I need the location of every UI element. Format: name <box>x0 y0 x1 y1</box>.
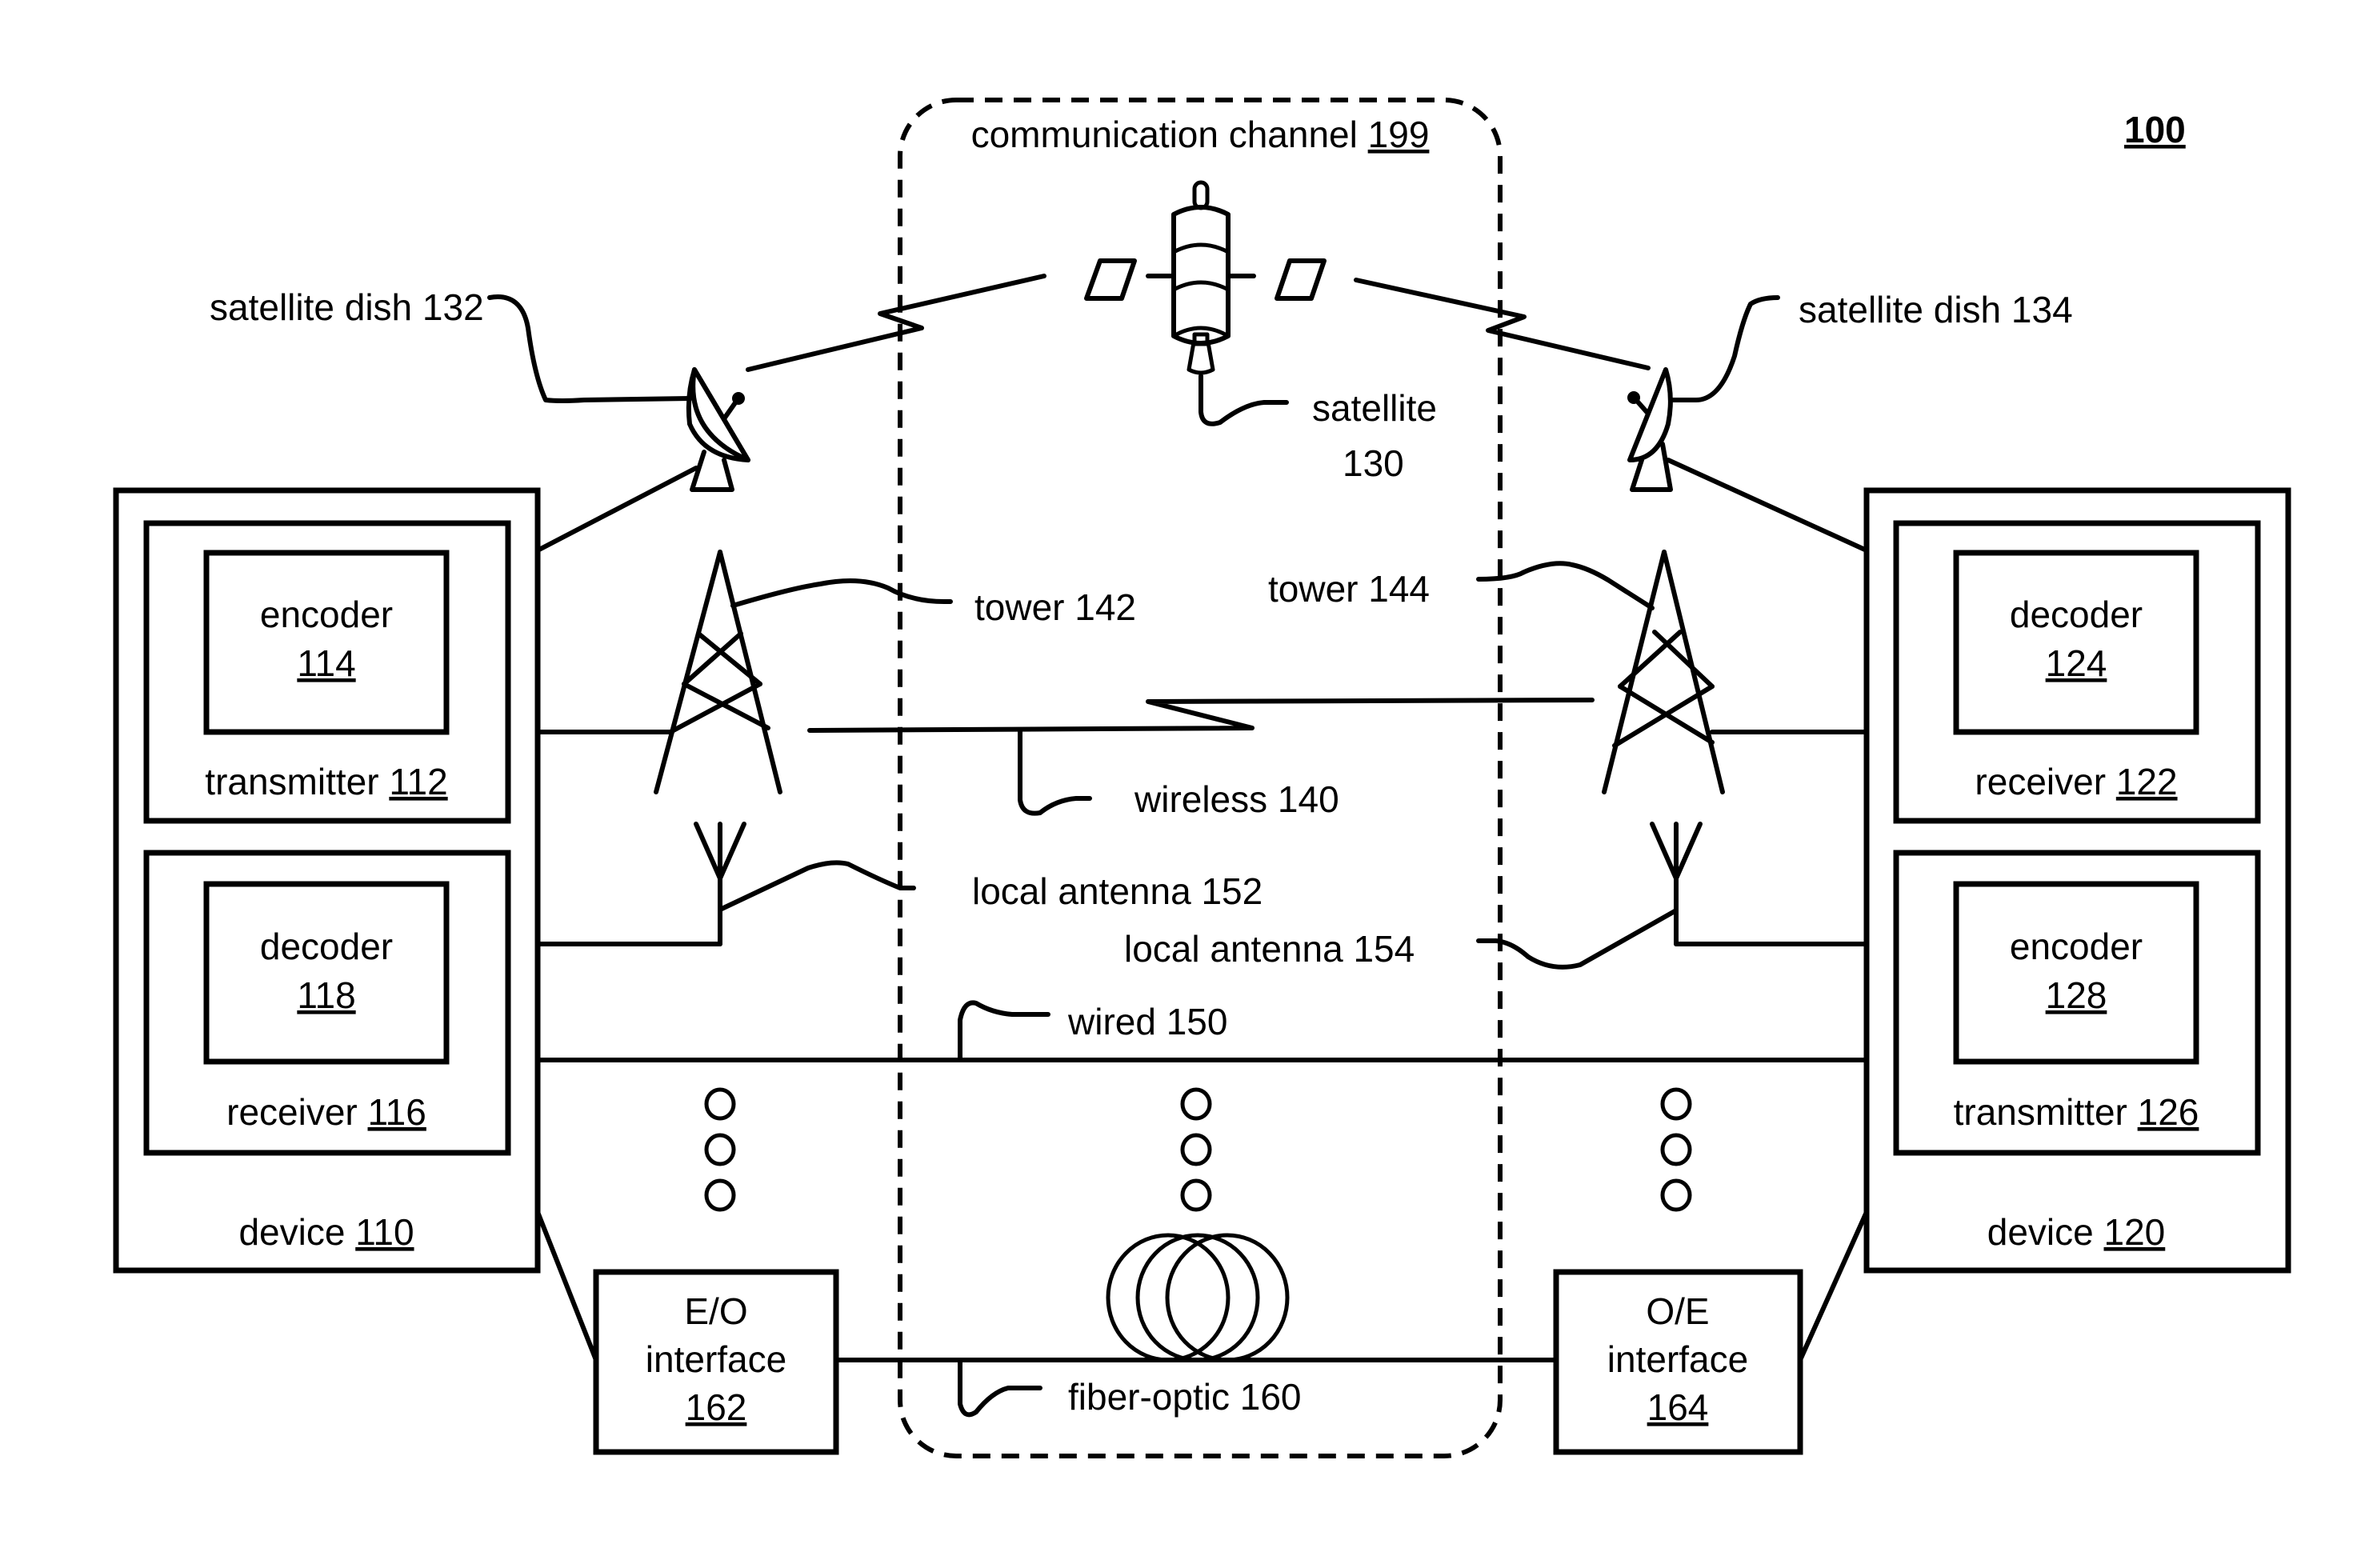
decoder-124-label: decoder <box>2010 594 2143 635</box>
satellite-dish-134-label: satellite dish 134 <box>1799 289 2073 330</box>
fiber-optic-160-label: fiber-optic 160 <box>1068 1376 1302 1418</box>
communication-channel-label: communication channel 199 <box>971 114 1430 155</box>
receiver-122-label: receiver 122 <box>1975 761 2177 802</box>
local-antenna-152-leader <box>718 860 916 912</box>
device-120: decoder 124 receiver 122 encoder 128 tra… <box>1863 487 2291 1274</box>
local-antenna-154-label: local antenna 154 <box>1124 928 1415 970</box>
local-antenna-154-icon <box>1650 822 1703 946</box>
tower-142-label: tower 142 <box>974 586 1136 628</box>
satellite-130-label: satellite <box>1312 387 1437 429</box>
fiber-optic-160-leader <box>958 1358 1042 1418</box>
encoder-128-box <box>1953 881 2199 1065</box>
transmitter-126-label: transmitter 126 <box>1954 1091 2199 1133</box>
eo-interface-line1: E/O <box>684 1290 747 1332</box>
tower-142-icon <box>654 550 782 794</box>
more-channels-left-ellipsis <box>704 1087 736 1212</box>
device120-to-dish134 <box>1666 458 1869 553</box>
device110-to-dish132 <box>535 466 698 553</box>
satellite-dish-132-label: satellite dish 132 <box>210 286 484 328</box>
satellite-link-left <box>746 274 1046 372</box>
encoder-128-ref: 128 <box>2046 974 2107 1016</box>
eo-interface-ref: 162 <box>686 1386 747 1428</box>
encoder-114-label: encoder <box>260 594 393 635</box>
wireless-140-label: wireless 140 <box>1134 778 1339 820</box>
device-110: encoder 114 transmitter 112 decoder 118 … <box>113 487 541 1274</box>
transmitter-112-label: transmitter 112 <box>205 761 447 802</box>
encoder-128-label: encoder <box>2010 926 2143 967</box>
encoder-114-ref: 114 <box>297 642 355 684</box>
more-channels-center-ellipsis <box>1180 1087 1212 1212</box>
tower-144-label: tower 144 <box>1268 568 1430 610</box>
local-antenna-154-leader <box>1476 908 1679 970</box>
satellite-dish-132-leader <box>487 294 693 403</box>
eo-interface-line2: interface <box>646 1338 786 1380</box>
satellite-130-leader <box>1199 374 1289 426</box>
communication-system-diagram: 100 communication channel 199 encoder 11… <box>113 98 2291 1458</box>
satellite-dish-134-leader <box>1670 295 1780 402</box>
decoder-118-label: decoder <box>260 926 393 967</box>
fiber-coil-icon <box>1106 1233 1290 1362</box>
wireless-140-link <box>807 698 1595 733</box>
oe-interface-line1: O/E <box>1646 1290 1709 1332</box>
oe-interface-ref: 164 <box>1647 1386 1709 1428</box>
figure-number: 100 <box>2124 109 2186 150</box>
device110-to-eo-interface <box>535 1210 598 1362</box>
decoder-118-box <box>203 881 450 1065</box>
satellite-dish-134-icon <box>1627 367 1673 492</box>
device120-to-oe-interface <box>1798 1210 1869 1362</box>
wired-150-leader <box>958 1000 1050 1062</box>
local-antenna-152-label: local antenna 152 <box>972 870 1263 912</box>
more-channels-right-ellipsis <box>1660 1087 1692 1212</box>
tower-142-leader <box>730 578 953 608</box>
tower-144-leader <box>1476 561 1655 610</box>
decoder-118-ref: 118 <box>297 974 355 1016</box>
local-antenna-152-icon <box>694 822 746 946</box>
decoder-124-ref: 124 <box>2046 642 2107 684</box>
wired-150-label: wired 150 <box>1067 1001 1227 1042</box>
wireless-140-leader <box>1018 728 1092 816</box>
oe-interface-line2: interface <box>1607 1338 1748 1380</box>
device-110-label: device 110 <box>238 1211 414 1253</box>
device-120-label: device 120 <box>1987 1211 2166 1253</box>
satellite-icon <box>1084 180 1327 375</box>
satellite-link-right <box>1354 278 1651 370</box>
receiver-116-label: receiver 116 <box>226 1091 426 1133</box>
satellite-dish-132-icon <box>686 367 750 492</box>
satellite-130-ref: 130 <box>1343 442 1404 484</box>
